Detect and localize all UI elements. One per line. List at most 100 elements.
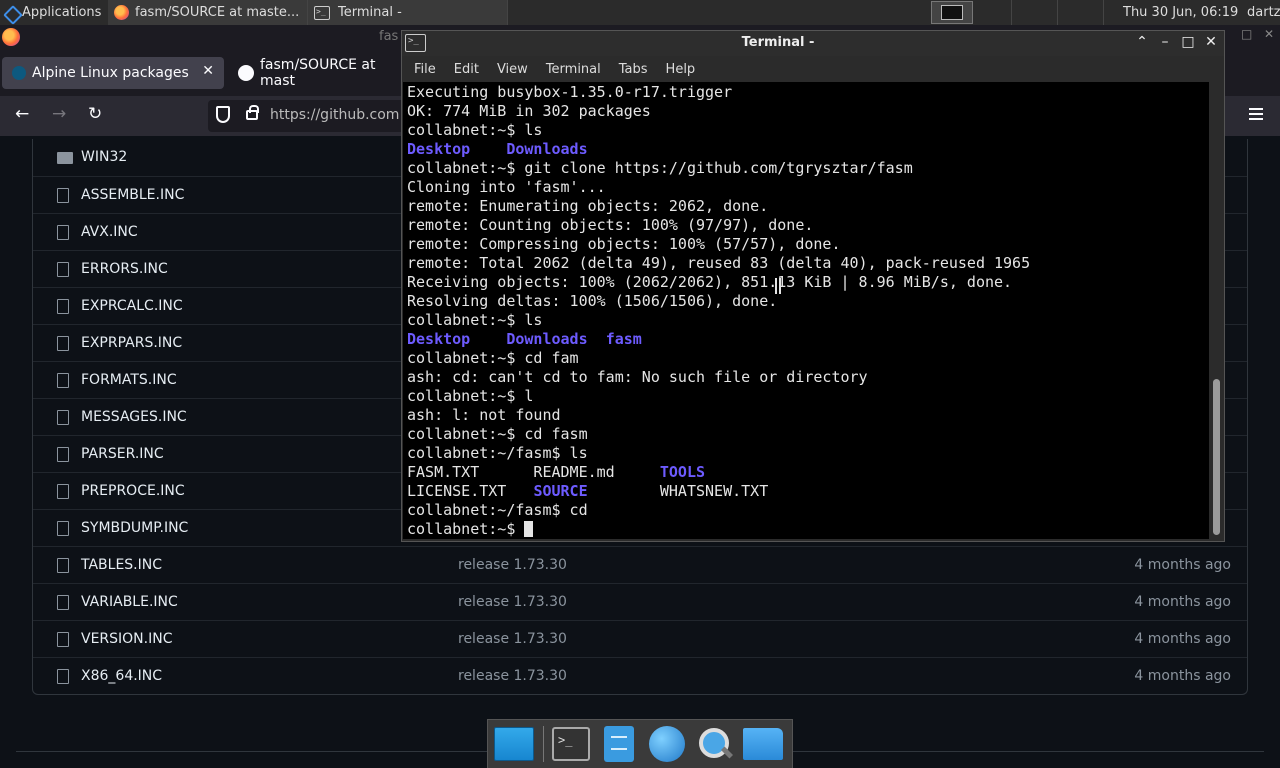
file-icon — [57, 336, 69, 351]
terminal-line: ash: l: not found — [407, 406, 1209, 425]
maximize-icon[interactable]: □ — [1180, 34, 1196, 50]
file-name-link[interactable]: ASSEMBLE.INC — [81, 187, 184, 203]
terminal-text: Executing busybox-1.35.0-r17.trigger — [407, 83, 733, 101]
terminal-text: remote: Compressing objects: 100% (57/57… — [407, 235, 841, 253]
terminal-text: collabnet:~$ cd fasm — [407, 425, 588, 443]
taskbar-item-terminal[interactable]: >_ Terminal - — [308, 0, 508, 25]
dock-home-folder[interactable] — [740, 722, 786, 766]
forward-icon[interactable]: → — [52, 104, 66, 124]
terminal-menu-view[interactable]: View — [497, 62, 528, 77]
file-name-link[interactable]: AVX.INC — [81, 224, 138, 240]
terminal-menu-terminal[interactable]: Terminal — [546, 62, 601, 77]
dock-terminal[interactable]: >_ — [548, 722, 594, 766]
terminal-menu-file[interactable]: File — [414, 62, 436, 77]
file-name-link[interactable]: PREPROCE.INC — [81, 483, 185, 499]
text-cursor-pointer — [775, 278, 781, 294]
file-name-link[interactable]: X86_64.INC — [81, 668, 162, 684]
close-icon[interactable]: ✕ — [1264, 27, 1274, 41]
app-finder-icon — [697, 726, 733, 762]
applications-menu[interactable]: Applications — [0, 0, 108, 25]
taskbar-item-firefox[interactable]: fasm/SOURCE at maste... — [108, 0, 308, 25]
file-name-link[interactable]: VERSION.INC — [81, 631, 173, 647]
commit-message-link[interactable]: release 1.73.30 — [458, 594, 567, 610]
terminal-scrollbar[interactable] — [1210, 82, 1224, 539]
terminal-output[interactable]: Executing busybox-1.35.0-r17.trigger OK: … — [403, 82, 1209, 539]
file-row[interactable]: VERSION.INC release 1.73.30 4 months ago — [33, 620, 1247, 657]
workspace-switcher[interactable] — [931, 1, 973, 24]
file-name-link[interactable]: WIN32 — [81, 149, 127, 165]
file-name-link[interactable]: VARIABLE.INC — [81, 594, 178, 610]
file-name-link[interactable]: TABLES.INC — [81, 557, 162, 573]
lock-icon[interactable] — [246, 105, 259, 120]
terminal-window: >_ Terminal - ⌃ – □ ✕ File Edit View Termin… — [401, 30, 1225, 542]
terminal-line: ash: cd: can't cd to fam: No such file o… — [407, 368, 1209, 387]
dock-show-desktop[interactable] — [491, 722, 537, 766]
shield-icon[interactable] — [216, 106, 230, 123]
commit-message-link[interactable]: release 1.73.30 — [458, 668, 567, 684]
back-icon[interactable]: ← — [15, 104, 29, 124]
terminal-line: FASM.TXT README.md TOOLS — [407, 463, 1209, 482]
directory-name: Downloads — [506, 330, 588, 348]
file-name-link[interactable]: MESSAGES.INC — [81, 409, 187, 425]
commit-date: 4 months ago — [1134, 668, 1231, 684]
file-name-link[interactable]: PARSER.INC — [81, 446, 164, 462]
file-name-link[interactable]: FORMATS.INC — [81, 372, 177, 388]
close-tab-icon[interactable]: ✕ — [202, 63, 214, 79]
file-icon — [57, 373, 69, 388]
top-panel: Applications fasm/SOURCE at maste... >_ … — [0, 0, 1280, 25]
file-name-link[interactable]: EXPRPARS.INC — [81, 335, 182, 351]
dock-web-browser[interactable] — [644, 722, 690, 766]
reload-icon[interactable]: ↻ — [88, 104, 102, 124]
minimize-icon[interactable]: – — [1157, 34, 1173, 50]
menu-icon[interactable] — [1249, 108, 1263, 120]
terminal-menu-help[interactable]: Help — [666, 62, 696, 77]
shade-icon[interactable]: ⌃ — [1134, 34, 1150, 50]
dock-app-finder[interactable] — [692, 722, 738, 766]
file-row[interactable]: X86_64.INC release 1.73.30 4 months ago — [33, 657, 1247, 694]
scrollbar-thumb[interactable] — [1213, 379, 1220, 535]
directory-name: Desktop — [407, 330, 471, 348]
tab-alpine-packages[interactable]: Alpine Linux packages ✕ — [2, 57, 224, 89]
terminal-menu-edit[interactable]: Edit — [454, 62, 479, 77]
file-name-link[interactable]: EXPRCALC.INC — [81, 298, 183, 314]
file-icon — [57, 521, 69, 536]
terminal-text: Receiving objects: 100% (2062/2062), 851… — [407, 273, 1013, 291]
terminal-titlebar[interactable]: >_ Terminal - ⌃ – □ ✕ — [402, 31, 1224, 56]
maximize-icon[interactable]: □ — [1241, 27, 1252, 41]
clock[interactable]: Thu 30 Jun, 06:19 — [1123, 0, 1238, 25]
file-name-link[interactable]: SYMBDUMP.INC — [81, 520, 188, 536]
commit-message-link[interactable]: release 1.73.30 — [458, 557, 567, 573]
terminal-text: remote: Counting objects: 100% (97/97), … — [407, 216, 814, 234]
dock-file-manager[interactable] — [596, 722, 642, 766]
terminal-menu-tabs[interactable]: Tabs — [619, 62, 648, 77]
terminal-text: collabnet:~$ l — [407, 387, 534, 405]
commit-message-link[interactable]: release 1.73.30 — [458, 631, 567, 647]
terminal-line: Resolving deltas: 100% (1506/1506), done… — [407, 292, 1209, 311]
terminal-line: collabnet:~$ git clone https://github.co… — [407, 159, 1209, 178]
taskbar-item-label: Terminal - — [338, 5, 402, 20]
terminal-line: remote: Compressing objects: 100% (57/57… — [407, 235, 1209, 254]
web-browser-icon — [649, 726, 685, 762]
applications-label: Applications — [22, 5, 102, 20]
file-icon — [57, 262, 69, 277]
tab-fasm-source[interactable]: fasm/SOURCE at mast — [228, 57, 408, 89]
terminal-line: remote: Counting objects: 100% (97/97), … — [407, 216, 1209, 235]
terminal-text: FASM.TXT README.md — [407, 463, 660, 481]
file-row[interactable]: TABLES.INC release 1.73.30 4 months ago — [33, 546, 1247, 583]
file-name-link[interactable]: ERRORS.INC — [81, 261, 168, 277]
terminal-line: Receiving objects: 100% (2062/2062), 851… — [407, 273, 1209, 292]
terminal-text: Resolving deltas: 100% (1506/1506), done… — [407, 292, 778, 310]
close-icon[interactable]: ✕ — [1203, 34, 1219, 50]
file-icon — [57, 410, 69, 425]
url-text[interactable]: https://github.com — [270, 107, 399, 123]
terminal-title: Terminal - — [741, 35, 815, 50]
firefox-title: fas — [379, 29, 399, 44]
terminal-text: collabnet:~$ cd fam — [407, 349, 579, 367]
desktop: Applications fasm/SOURCE at maste... >_ … — [0, 0, 1280, 768]
commit-date: 4 months ago — [1134, 594, 1231, 610]
terminal-line: collabnet:~$ — [407, 520, 1209, 539]
file-row[interactable]: VARIABLE.INC release 1.73.30 4 months ago — [33, 583, 1247, 620]
user-menu[interactable]: dartz — [1247, 0, 1280, 25]
